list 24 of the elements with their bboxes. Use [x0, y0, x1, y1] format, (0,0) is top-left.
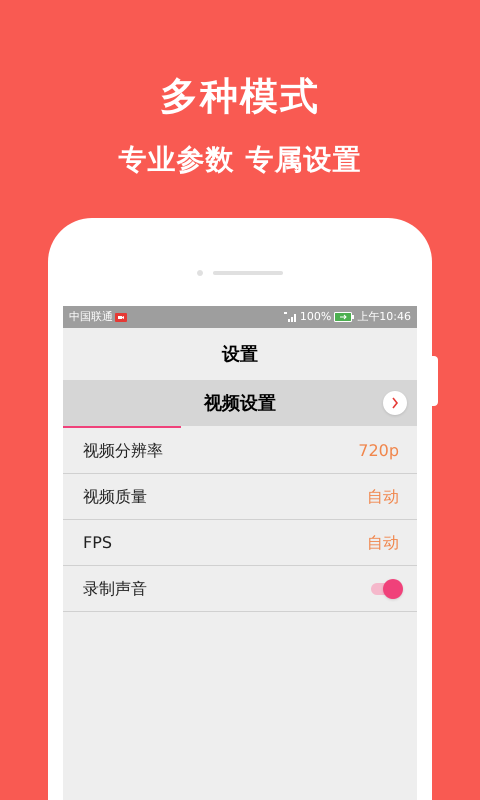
subheadline: 专业参数 专属设置 — [118, 142, 362, 178]
battery-icon — [334, 312, 354, 322]
setting-value: 自动 — [367, 532, 400, 554]
video-camera-icon — [115, 312, 127, 322]
battery-percent: 100% — [300, 308, 332, 325]
setting-label: 视频质量 — [83, 486, 147, 508]
carrier-label: 中国联通 — [69, 308, 113, 325]
tab[interactable]: 视频设置 — [204, 380, 276, 426]
setting-value: 720p — [358, 440, 400, 462]
setting-label: FPS — [83, 532, 112, 554]
setting-value: 自动 — [367, 486, 400, 508]
setting-label: 录制声音 — [83, 578, 147, 600]
next-button[interactable] — [383, 391, 407, 415]
settings-row[interactable]: 视频分辨率 720p — [63, 428, 417, 474]
page-title: 设置 — [222, 342, 258, 366]
toggle-switch[interactable] — [369, 578, 403, 598]
chevron-right-icon — [391, 397, 399, 409]
headline: 多种模式 — [160, 73, 320, 120]
clock: 上午10:46 — [357, 308, 411, 325]
settings-row[interactable]: 录制声音 — [63, 566, 417, 612]
signal-icon — [284, 312, 298, 322]
settings-row[interactable]: 视频质量 自动 — [63, 474, 417, 520]
settings-row[interactable]: FPS 自动 — [63, 520, 417, 566]
setting-label: 视频分辨率 — [83, 440, 163, 462]
